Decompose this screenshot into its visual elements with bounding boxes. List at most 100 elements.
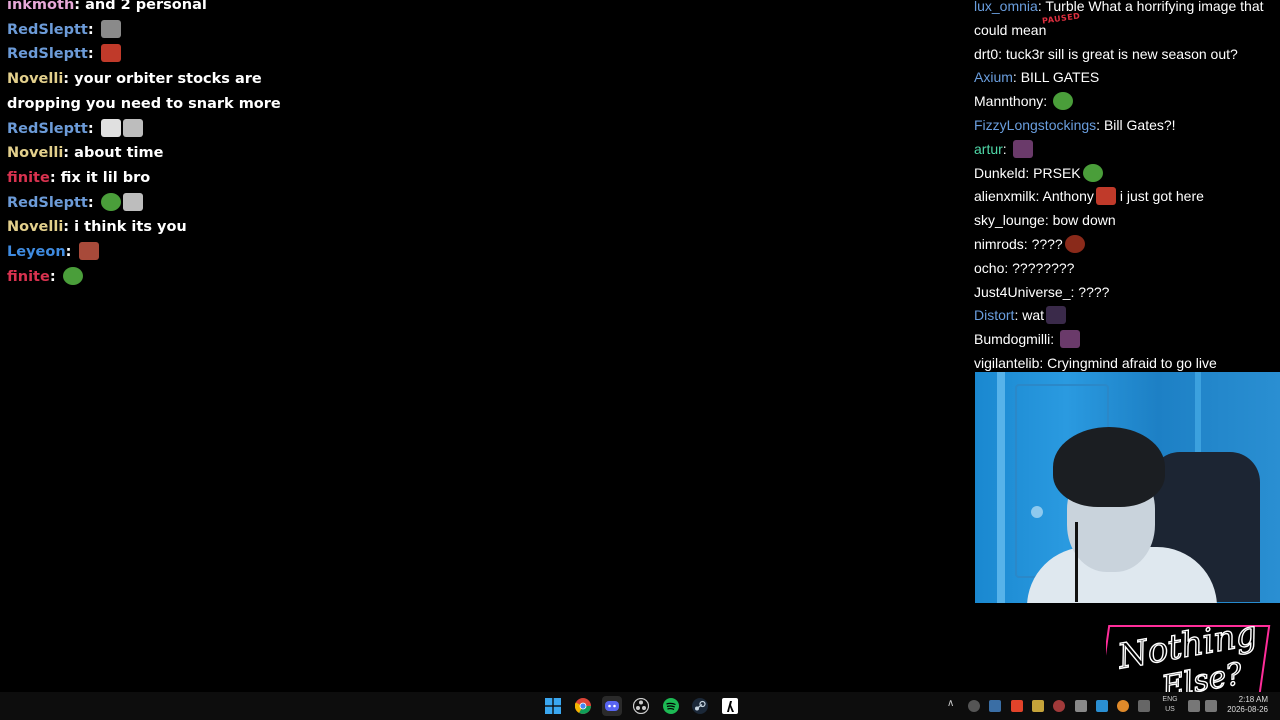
red-emote: [100, 44, 121, 63]
chat-username[interactable]: Mannthony: [974, 93, 1043, 109]
chat-username[interactable]: RedSleptt: [7, 121, 88, 137]
ball-emote: [1064, 234, 1085, 253]
pepe-emote: [62, 266, 83, 285]
hand-emote: [122, 192, 143, 211]
system-clock[interactable]: 2:18 AM 2026-08-26: [1208, 695, 1268, 715]
chat-username[interactable]: RedSleptt: [7, 46, 88, 62]
chat-username[interactable]: Novelli: [7, 219, 63, 235]
tray-app-icon[interactable]: [968, 700, 980, 712]
chat-message: lux_omnia: Turble What a horrifying imag…: [974, 0, 1274, 43]
right-chat-overlay: lux_omnia: Turble What a horrifying imag…: [974, 0, 1274, 376]
chat-message: Mannthony:: [974, 90, 1274, 114]
person-emote: [1060, 330, 1081, 349]
chat-username[interactable]: inkmoth: [7, 0, 74, 13]
hand-emote: [122, 118, 143, 137]
chat-text: wat: [1022, 307, 1045, 324]
counter-strike-icon[interactable]: [720, 696, 740, 716]
chat-separator: :: [1043, 93, 1052, 110]
chat-username[interactable]: Just4Universe_: [974, 284, 1071, 300]
chat-username[interactable]: alienxmilk: [974, 188, 1035, 204]
tray-app3-icon[interactable]: [1053, 700, 1065, 712]
chat-text: BILL GATES: [1020, 69, 1100, 86]
chat-message: RedSleptt:: [7, 191, 307, 216]
tray-app2-icon[interactable]: [1032, 700, 1044, 712]
chat-separator: :: [1096, 116, 1104, 133]
chat-text: and 2 personal: [85, 0, 207, 13]
chat-separator: :: [87, 194, 99, 211]
chat-username[interactable]: drt0: [974, 46, 998, 62]
webcam-feed: [975, 372, 1280, 603]
steam-icon[interactable]: [690, 696, 710, 716]
obs-icon[interactable]: [631, 696, 651, 716]
chat-text: bow down: [1052, 212, 1116, 229]
chat-username[interactable]: Novelli: [7, 145, 63, 161]
chat-username[interactable]: artur: [974, 141, 1003, 157]
tray-app4-icon[interactable]: [1096, 700, 1108, 712]
face-emote: [78, 242, 99, 261]
chat-text: tuck3r sill is great is new season out?: [1005, 45, 1238, 62]
chat-username[interactable]: RedSleptt: [7, 195, 88, 211]
chat-text: Cryingmind afraid to go live: [1047, 354, 1217, 371]
cat-emote: [100, 118, 121, 137]
chat-text: ????????: [1012, 259, 1075, 276]
chat-separator: :: [49, 268, 61, 285]
chat-separator: :: [1012, 69, 1021, 86]
chat-text: ????: [1031, 235, 1063, 252]
chat-separator: :: [63, 219, 75, 236]
chat-text-suffix: i just got here: [1119, 188, 1204, 205]
windows-start-icon[interactable]: [543, 696, 563, 716]
chat-username[interactable]: Leyeon: [7, 244, 66, 260]
chat-text: PRSEK: [1033, 164, 1081, 181]
chat-separator: :: [87, 21, 99, 38]
taskbar: ∧ ENG US 2:18 AM 2026-08-26: [0, 692, 1280, 720]
chat-username[interactable]: ocho: [974, 260, 1004, 276]
tray-security-icon[interactable]: [1138, 700, 1150, 712]
tray-steam-icon[interactable]: [989, 700, 1001, 712]
tray-mail-icon[interactable]: [1075, 700, 1087, 712]
chat-username[interactable]: Bumdogmilli: [974, 331, 1050, 347]
chat-username[interactable]: Dunkeld: [974, 165, 1025, 181]
chat-message: drt0: tuck3r sill is great is new season…: [974, 43, 1274, 67]
tray-search-icon[interactable]: [1117, 700, 1129, 712]
chat-text: fix it lil bro: [60, 169, 151, 186]
chat-text: Bill Gates?!: [1103, 116, 1176, 133]
spotify-icon[interactable]: [661, 696, 681, 716]
chat-message: RedSleptt:: [7, 42, 307, 67]
chat-message: Novelli: i think its you: [7, 215, 307, 240]
chrome-icon[interactable]: [573, 696, 593, 716]
clock-time: 2:18 AM: [1238, 695, 1268, 704]
chat-message: artur:: [974, 138, 1274, 162]
chat-username[interactable]: nimrods: [974, 236, 1024, 252]
chat-separator: :: [63, 145, 75, 162]
chat-message: Novelli: about time: [7, 141, 307, 166]
chat-username[interactable]: sky_lounge: [974, 212, 1045, 228]
chat-text: ????: [1078, 283, 1110, 300]
chat-message: Bumdogmilli:: [974, 328, 1274, 352]
chat-username[interactable]: FizzyLongstockings: [974, 117, 1096, 133]
chat-username[interactable]: finite: [7, 170, 50, 186]
chat-username[interactable]: RedSleptt: [7, 22, 88, 38]
chat-username[interactable]: Distort: [974, 307, 1014, 323]
chat-message: ocho: ????????: [974, 257, 1274, 281]
chat-separator: :: [87, 46, 99, 63]
chat-separator: :: [1023, 235, 1032, 252]
chat-username[interactable]: finite: [7, 269, 50, 285]
chat-username[interactable]: lux_omnia: [974, 0, 1038, 14]
dark-emote: [1046, 306, 1067, 325]
chat-message: nimrods: ????: [974, 233, 1274, 257]
discord-icon[interactable]: [602, 696, 622, 716]
tray-overflow-chevron-icon[interactable]: ∧: [947, 698, 954, 709]
chat-separator: :: [1050, 331, 1059, 348]
chat-username[interactable]: vigilantelib: [974, 355, 1039, 371]
tray-brave-icon[interactable]: [1011, 700, 1023, 712]
chat-username[interactable]: Novelli: [7, 71, 63, 87]
red-emote: [1095, 187, 1116, 206]
left-chat-overlay: inkmoth: and 2 personal RedSleptt: RedSle…: [7, 0, 307, 289]
network-icon[interactable]: [1188, 700, 1200, 712]
chat-message: Just4Universe_: ????: [974, 281, 1274, 305]
chat-username[interactable]: Axium: [974, 69, 1013, 85]
chat-message: sky_lounge: bow down: [974, 209, 1274, 233]
person-emote: [1012, 139, 1033, 158]
chat-message: alienxmilk: Anthony i just got here: [974, 185, 1274, 209]
language-indicator[interactable]: ENG US: [1161, 695, 1179, 715]
